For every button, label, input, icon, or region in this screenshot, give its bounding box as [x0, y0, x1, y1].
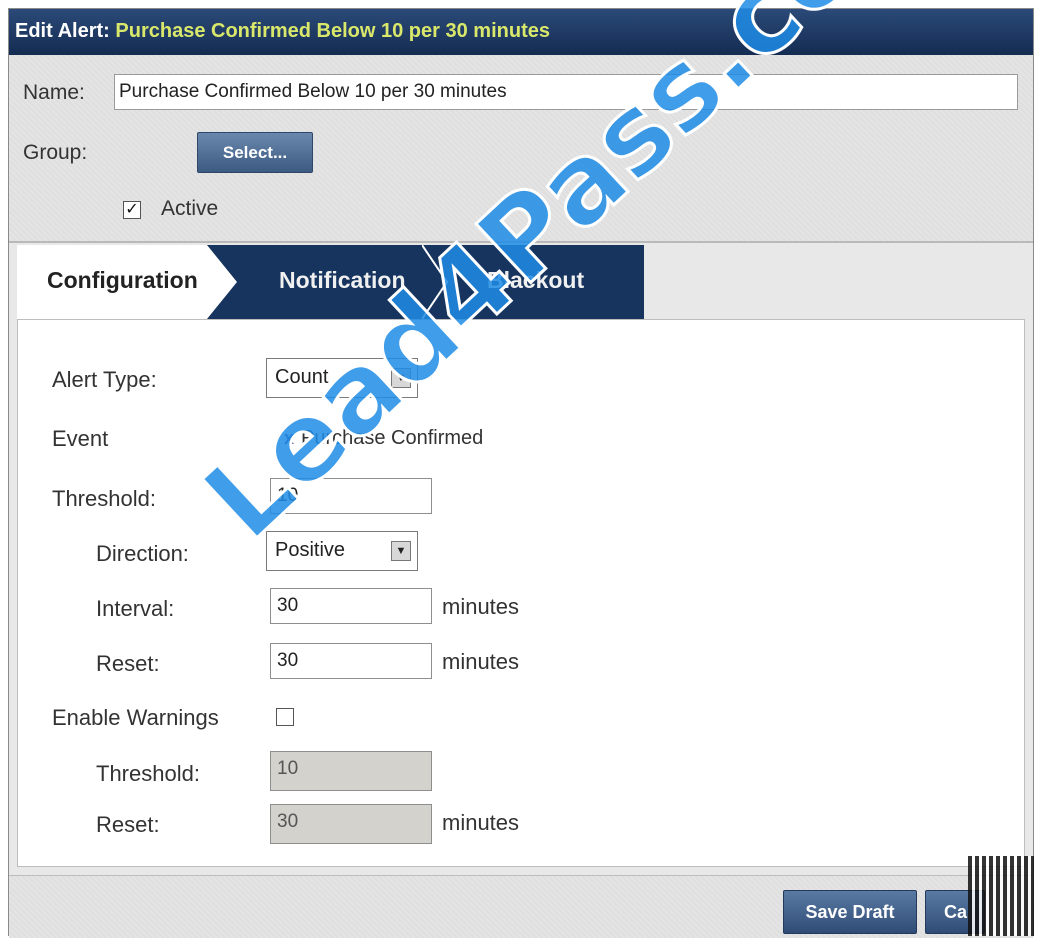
event-label: Event — [52, 426, 109, 451]
save-draft-button[interactable]: Save Draft — [783, 890, 917, 934]
warning-reset-unit: minutes — [442, 810, 520, 835]
warning-threshold-input[interactable]: 10 — [270, 751, 432, 791]
alert-type-label: Alert Type: — [52, 367, 157, 392]
event-value: Purchase Confirmed — [301, 427, 484, 449]
tab-bar: Configuration Notification Blackout — [17, 245, 1025, 319]
chevron-down-icon: ▼ — [391, 368, 411, 388]
interval-label: Interval: — [96, 596, 175, 621]
interval-unit: minutes — [442, 594, 520, 619]
direction-label: Direction: — [96, 541, 189, 566]
title-subject: Purchase Confirmed Below 10 per 30 minut… — [115, 20, 550, 42]
reset-input[interactable]: 30 — [270, 643, 432, 679]
reset-label: Reset: — [96, 651, 160, 676]
enable-warnings-checkbox[interactable] — [276, 708, 294, 726]
title-bar: Edit Alert: Purchase Confirmed Below 10 … — [9, 9, 1033, 55]
warning-reset-label: Reset: — [96, 812, 160, 837]
warning-reset-input[interactable]: 30 — [270, 804, 432, 844]
threshold-label: Threshold: — [52, 486, 156, 511]
chevron-down-icon: ▼ — [391, 541, 411, 561]
title-prefix: Edit Alert: — [15, 20, 110, 42]
alert-header-form: Name: Group: Select... ✓ Active — [9, 55, 1033, 241]
edit-alert-window: Edit Alert: Purchase Confirmed Below 10 … — [8, 8, 1034, 938]
footer-bar: Save Draft Ca — [9, 875, 1033, 938]
direction-value: Positive — [275, 539, 346, 561]
name-label: Name: — [23, 81, 85, 104]
interval-input[interactable]: 30 — [270, 588, 432, 624]
name-input[interactable] — [114, 74, 1018, 110]
configuration-panel: Alert Type: Count ▼ Event x Purchase Con… — [17, 319, 1025, 867]
threshold-input[interactable]: 10 — [270, 478, 432, 514]
active-label: Active — [161, 197, 219, 220]
warning-threshold-label: Threshold: — [96, 761, 200, 786]
group-select-button[interactable]: Select... — [197, 132, 313, 173]
tab-notification[interactable]: Notification — [207, 245, 447, 319]
reset-unit: minutes — [442, 649, 520, 674]
remove-event-icon[interactable]: x — [284, 428, 294, 449]
alert-type-select[interactable]: Count ▼ — [266, 358, 418, 398]
tab-separator-chevron — [422, 245, 449, 319]
divider — [9, 241, 1033, 243]
group-label: Group: — [23, 141, 88, 164]
qr-code-image — [968, 856, 1034, 936]
tab-blackout[interactable]: Blackout — [422, 245, 644, 319]
enable-warnings-label: Enable Warnings — [52, 705, 219, 730]
alert-type-value: Count — [275, 366, 329, 388]
tab-configuration[interactable]: Configuration — [17, 245, 237, 319]
active-checkbox[interactable]: ✓ — [123, 201, 141, 219]
direction-select[interactable]: Positive ▼ — [266, 531, 418, 571]
